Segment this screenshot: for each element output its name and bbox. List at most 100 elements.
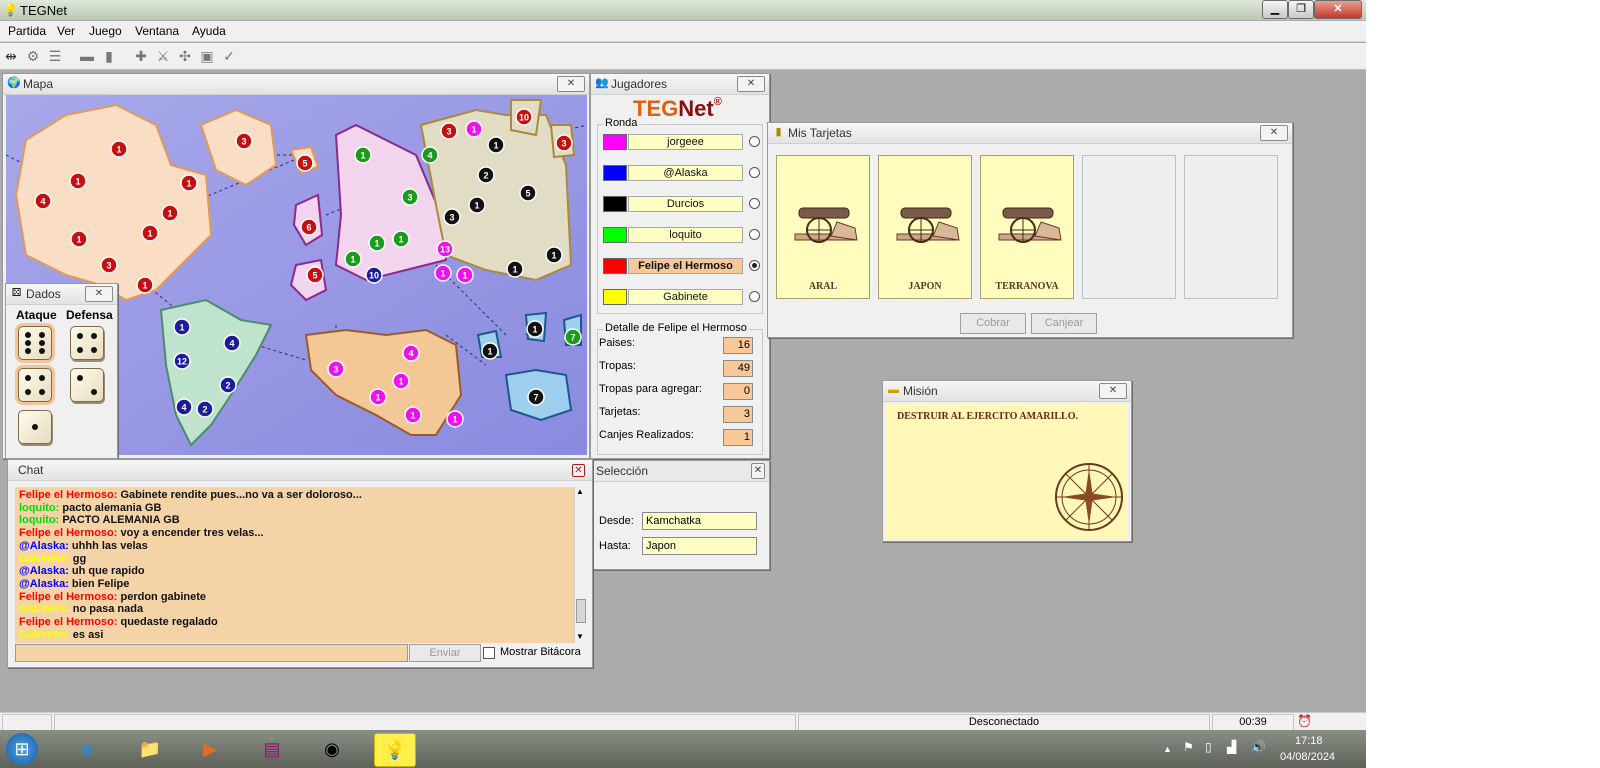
army-marker[interactable]: 3 — [327, 360, 345, 378]
army-marker[interactable]: 1 — [392, 372, 410, 390]
army-marker[interactable]: 1 — [446, 410, 464, 428]
player-radio[interactable] — [749, 136, 760, 147]
menu-ver[interactable]: Ver — [57, 24, 75, 38]
mission-close-button[interactable]: ✕ — [1099, 383, 1127, 399]
player-row[interactable]: Felipe el Hermoso — [603, 258, 763, 274]
connect-icon[interactable]: ⇹ — [1, 46, 21, 66]
scroll-down-icon[interactable]: ▼ — [576, 632, 584, 641]
attack-icon[interactable]: ⚔ — [153, 46, 173, 66]
from-field[interactable]: Kamchatka — [642, 512, 757, 530]
player-radio[interactable] — [749, 260, 760, 271]
disconnect-icon[interactable]: ⚙ — [23, 46, 43, 66]
menu-ayuda[interactable]: Ayuda — [192, 24, 226, 38]
map-close-button[interactable]: ✕ — [557, 76, 585, 92]
selection-close-button[interactable]: ✕ — [751, 463, 765, 479]
file-explorer-icon[interactable]: 📁 — [130, 733, 170, 765]
army-marker[interactable]: 1 — [487, 136, 505, 154]
army-marker[interactable]: 5 — [296, 154, 314, 172]
army-marker[interactable]: 1 — [344, 250, 362, 268]
army-marker[interactable]: 1 — [141, 224, 159, 242]
army-marker[interactable]: 3 — [443, 208, 461, 226]
army-marker[interactable]: 3 — [555, 134, 573, 152]
army-marker[interactable]: 10 — [365, 266, 383, 284]
army-marker[interactable]: 1 — [545, 246, 563, 264]
army-marker[interactable]: 2 — [196, 400, 214, 418]
board-icon[interactable]: ▬ — [77, 46, 97, 66]
volume-icon[interactable]: 🔊 — [1251, 740, 1266, 754]
add-icon[interactable]: ✚ — [131, 46, 151, 66]
scroll-thumb[interactable] — [576, 599, 586, 623]
player-radio[interactable] — [749, 229, 760, 240]
empty-card-slot[interactable] — [1082, 155, 1176, 299]
taskbar-date[interactable]: 04/08/2024 — [1280, 751, 1335, 763]
dice-close-button[interactable]: ✕ — [85, 286, 113, 302]
army-marker[interactable]: 3 — [401, 188, 419, 206]
player-radio[interactable] — [749, 167, 760, 178]
army-marker[interactable]: 1 — [506, 260, 524, 278]
menu-ventana[interactable]: Ventana — [135, 24, 179, 38]
army-marker[interactable]: 1 — [173, 318, 191, 336]
chat-close-button[interactable]: ✕ — [572, 464, 585, 477]
to-field[interactable]: Japon — [642, 537, 757, 555]
player-row[interactable]: jorgeee — [603, 134, 763, 150]
army-marker[interactable]: 4 — [402, 344, 420, 362]
flag-icon[interactable]: ⚑ — [1183, 740, 1194, 754]
country-card[interactable]: ARAL — [776, 155, 870, 299]
media-player-icon[interactable]: ▶ — [190, 733, 230, 765]
army-marker[interactable]: 1 — [69, 172, 87, 190]
army-marker[interactable]: 2 — [219, 376, 237, 394]
start-button-icon[interactable]: ⊞ — [6, 733, 38, 765]
army-marker[interactable]: 3 — [440, 122, 458, 140]
army-marker[interactable]: 1 — [354, 146, 372, 164]
log-checkbox[interactable] — [483, 647, 495, 659]
teg-taskbar-icon[interactable]: 💡 — [374, 733, 416, 767]
army-marker[interactable]: 12 — [173, 352, 191, 370]
menu-juego[interactable]: Juego — [89, 24, 122, 38]
list-icon[interactable]: ☰ — [45, 46, 65, 66]
stop-icon[interactable]: ▮ — [99, 46, 119, 66]
player-radio[interactable] — [749, 291, 760, 302]
army-marker[interactable]: 1 — [110, 140, 128, 158]
empty-card-slot[interactable] — [1184, 155, 1278, 299]
army-marker[interactable]: 7 — [564, 328, 582, 346]
player-row[interactable]: Durcios — [603, 196, 763, 212]
army-marker[interactable]: 4 — [223, 334, 241, 352]
player-radio[interactable] — [749, 198, 760, 209]
check-icon[interactable]: ✓ — [219, 46, 239, 66]
army-marker[interactable]: 1 — [465, 120, 483, 138]
army-marker[interactable]: 1 — [161, 204, 179, 222]
army-marker[interactable]: 1 — [468, 196, 486, 214]
army-marker[interactable]: 6 — [300, 218, 318, 236]
chat-log[interactable]: Felipe el Hermoso: Gabinete rendite pues… — [15, 487, 583, 643]
internet-explorer-icon[interactable]: e — [68, 733, 108, 765]
army-marker[interactable]: 1 — [392, 230, 410, 248]
army-marker[interactable]: 1 — [368, 234, 386, 252]
army-marker[interactable]: 1 — [70, 230, 88, 248]
menu-partida[interactable]: Partida — [8, 24, 46, 38]
army-marker[interactable]: 13 — [436, 240, 454, 258]
army-marker[interactable]: 1 — [481, 342, 499, 360]
army-marker[interactable]: 1 — [369, 388, 387, 406]
network-icon[interactable]: ▟ — [1227, 740, 1236, 754]
winrar-icon[interactable]: ▤ — [252, 733, 292, 765]
exchange-button[interactable]: Canjear — [1031, 313, 1097, 334]
scroll-up-icon[interactable]: ▲ — [576, 487, 584, 496]
army-marker[interactable]: 4 — [421, 146, 439, 164]
players-close-button[interactable]: ✕ — [737, 76, 765, 92]
cards-close-button[interactable]: ✕ — [1260, 125, 1288, 141]
army-marker[interactable]: 3 — [235, 132, 253, 150]
country-card[interactable]: TERRANOVA — [980, 155, 1074, 299]
close-button[interactable]: ✕ — [1314, 0, 1362, 19]
army-marker[interactable]: 1 — [136, 276, 154, 294]
minimize-button[interactable]: ▁ — [1262, 0, 1288, 19]
player-row[interactable]: Gabinete — [603, 289, 763, 305]
battery-icon[interactable]: ▯ — [1205, 740, 1212, 754]
army-marker[interactable]: 4 — [175, 398, 193, 416]
taskbar-time[interactable]: 17:18 — [1295, 735, 1323, 747]
card-icon[interactable]: ▣ — [197, 46, 217, 66]
army-marker[interactable]: 5 — [306, 266, 324, 284]
player-row[interactable]: loquito — [603, 227, 763, 243]
regroup-icon[interactable]: ✣ — [175, 46, 195, 66]
army-marker[interactable]: 1 — [456, 266, 474, 284]
army-marker[interactable]: 7 — [527, 388, 545, 406]
